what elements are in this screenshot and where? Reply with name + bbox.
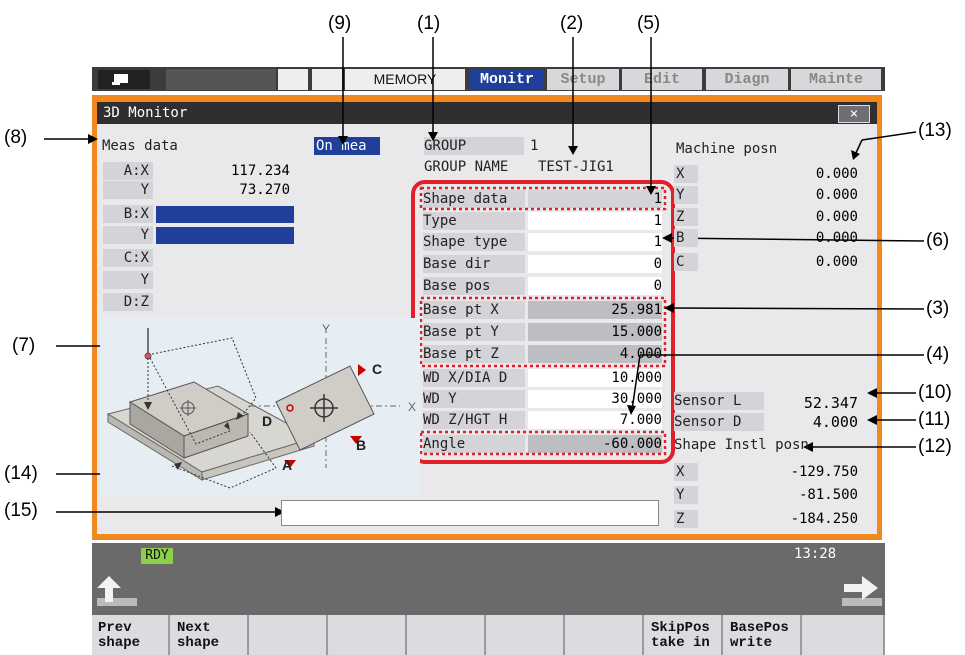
fkey-empty-10[interactable] xyxy=(803,615,885,655)
ready-indicator: RDY xyxy=(141,548,173,564)
axis-label: Z xyxy=(674,510,698,528)
shape-data-dotted-box xyxy=(419,186,667,211)
shape-highlight-box xyxy=(411,180,675,464)
instl-value: -129.750 xyxy=(790,464,858,480)
axis-label: Y xyxy=(674,186,698,204)
status-bar xyxy=(92,543,885,615)
fkey-label: BasePos xyxy=(730,620,789,636)
fkey-prev-shape[interactable]: Prev shape xyxy=(92,615,170,655)
fkey-label: take in xyxy=(651,635,710,651)
fkey-next-shape[interactable]: Next shape xyxy=(171,615,249,655)
diagram-axis-y: Y xyxy=(322,322,331,336)
return-arrow-icon xyxy=(97,576,137,606)
diagram-point-b: B xyxy=(356,437,367,453)
fkey-empty-6[interactable] xyxy=(487,615,565,655)
clock: 13:28 xyxy=(794,546,837,562)
sensor-l-label: Sensor L xyxy=(674,392,764,410)
machine-posn-label: Machine posn xyxy=(676,141,778,157)
right-arrow-icon xyxy=(842,576,882,606)
axis-label: C xyxy=(674,253,698,271)
diagram-point-d: D xyxy=(262,413,273,429)
menu-next-button[interactable] xyxy=(840,576,882,608)
fkey-label: Next xyxy=(177,620,211,636)
axis-label: Z xyxy=(674,208,698,226)
diagram-axis-x: X xyxy=(408,400,417,414)
sensor-l-value: 52.347 xyxy=(803,394,858,412)
fkey-label: shape xyxy=(177,635,220,651)
instl-value: -81.500 xyxy=(798,487,858,503)
machine-value: 0.000 xyxy=(815,254,858,270)
workpiece-illustration xyxy=(106,328,400,489)
fkey-empty-5[interactable] xyxy=(408,615,486,655)
machine-value: 0.000 xyxy=(815,209,858,225)
sensor-d-value: 4.000 xyxy=(812,413,858,431)
machine-value: 0.000 xyxy=(815,230,858,246)
angle-dotted-box xyxy=(419,430,667,456)
fkey-label: shape xyxy=(98,635,141,651)
base-pt-dotted-box xyxy=(419,296,667,368)
input-field[interactable] xyxy=(281,500,659,526)
fkey-skippos-take-in[interactable]: SkipPos take in xyxy=(645,615,723,655)
instl-value: -184.250 xyxy=(790,511,858,527)
axis-label: B xyxy=(674,229,698,247)
fkey-label: write xyxy=(730,635,773,651)
axis-label: Y xyxy=(674,486,698,504)
diagram-point-a: A xyxy=(282,457,293,473)
machine-value: 0.000 xyxy=(815,166,858,182)
fkey-empty-4[interactable] xyxy=(329,615,407,655)
sensor-d-label: Sensor D xyxy=(674,413,764,431)
fkey-basepos-write[interactable]: BasePos write xyxy=(724,615,802,655)
shape-diagram xyxy=(100,318,420,496)
axis-label: X xyxy=(674,165,698,183)
diagram-point-c: C xyxy=(372,361,383,377)
machine-value: 0.000 xyxy=(815,187,858,203)
fkey-label: SkipPos xyxy=(651,620,710,636)
menu-back-button[interactable] xyxy=(97,576,141,608)
fkey-empty-7[interactable] xyxy=(566,615,644,655)
fkey-label: Prev xyxy=(98,620,132,636)
axis-label: X xyxy=(674,463,698,481)
fkey-empty-3[interactable] xyxy=(250,615,328,655)
shape-instl-label: Shape Instl posn xyxy=(674,437,809,453)
